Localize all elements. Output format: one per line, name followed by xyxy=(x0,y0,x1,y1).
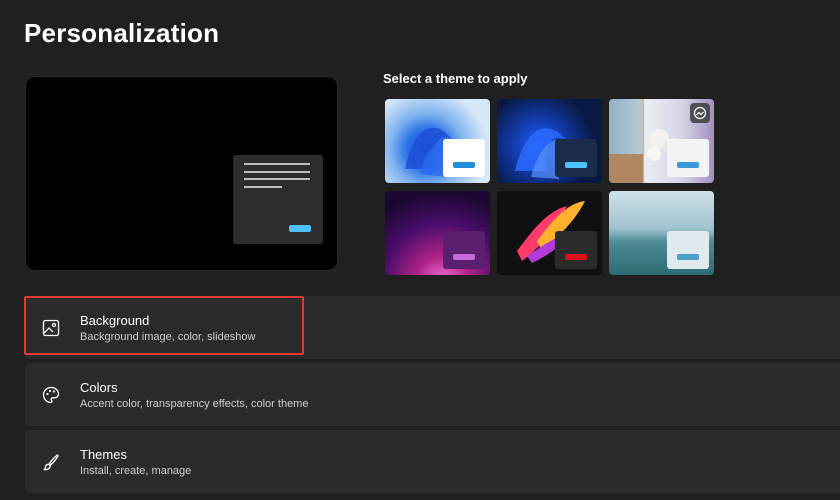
theme-tile-dark-bloom[interactable] xyxy=(497,99,602,183)
card-title: Background xyxy=(80,313,150,328)
preview-button xyxy=(289,225,311,232)
brush-icon xyxy=(43,454,59,471)
card-subtitle: Background image, color, slideshow xyxy=(80,331,256,343)
theme-badge-icon xyxy=(690,103,710,123)
settings-card-background[interactable]: Background Background image, color, slid… xyxy=(25,296,840,359)
theme-tile-spring-blossom[interactable] xyxy=(609,99,714,183)
card-title: Colors xyxy=(80,380,118,395)
theme-tile-glow[interactable] xyxy=(385,191,490,275)
page-title: Personalization xyxy=(24,18,220,48)
theme-preview xyxy=(25,76,338,271)
card-subtitle: Accent color, transparency effects, colo… xyxy=(80,398,309,410)
palette-icon xyxy=(42,386,60,404)
card-title: Themes xyxy=(80,447,127,462)
theme-tile-light-bloom[interactable] xyxy=(385,99,490,183)
themes-label: Select a theme to apply xyxy=(383,71,528,86)
preview-window xyxy=(233,155,323,244)
image-icon xyxy=(42,319,60,337)
settings-card-themes[interactable]: Themes Install, create, manage xyxy=(25,430,840,493)
settings-card-colors[interactable]: Colors Accent color, transparency effect… xyxy=(25,363,840,426)
theme-tile-captured-motion[interactable] xyxy=(497,191,602,275)
theme-tile-flow[interactable] xyxy=(609,191,714,275)
card-subtitle: Install, create, manage xyxy=(80,465,192,477)
